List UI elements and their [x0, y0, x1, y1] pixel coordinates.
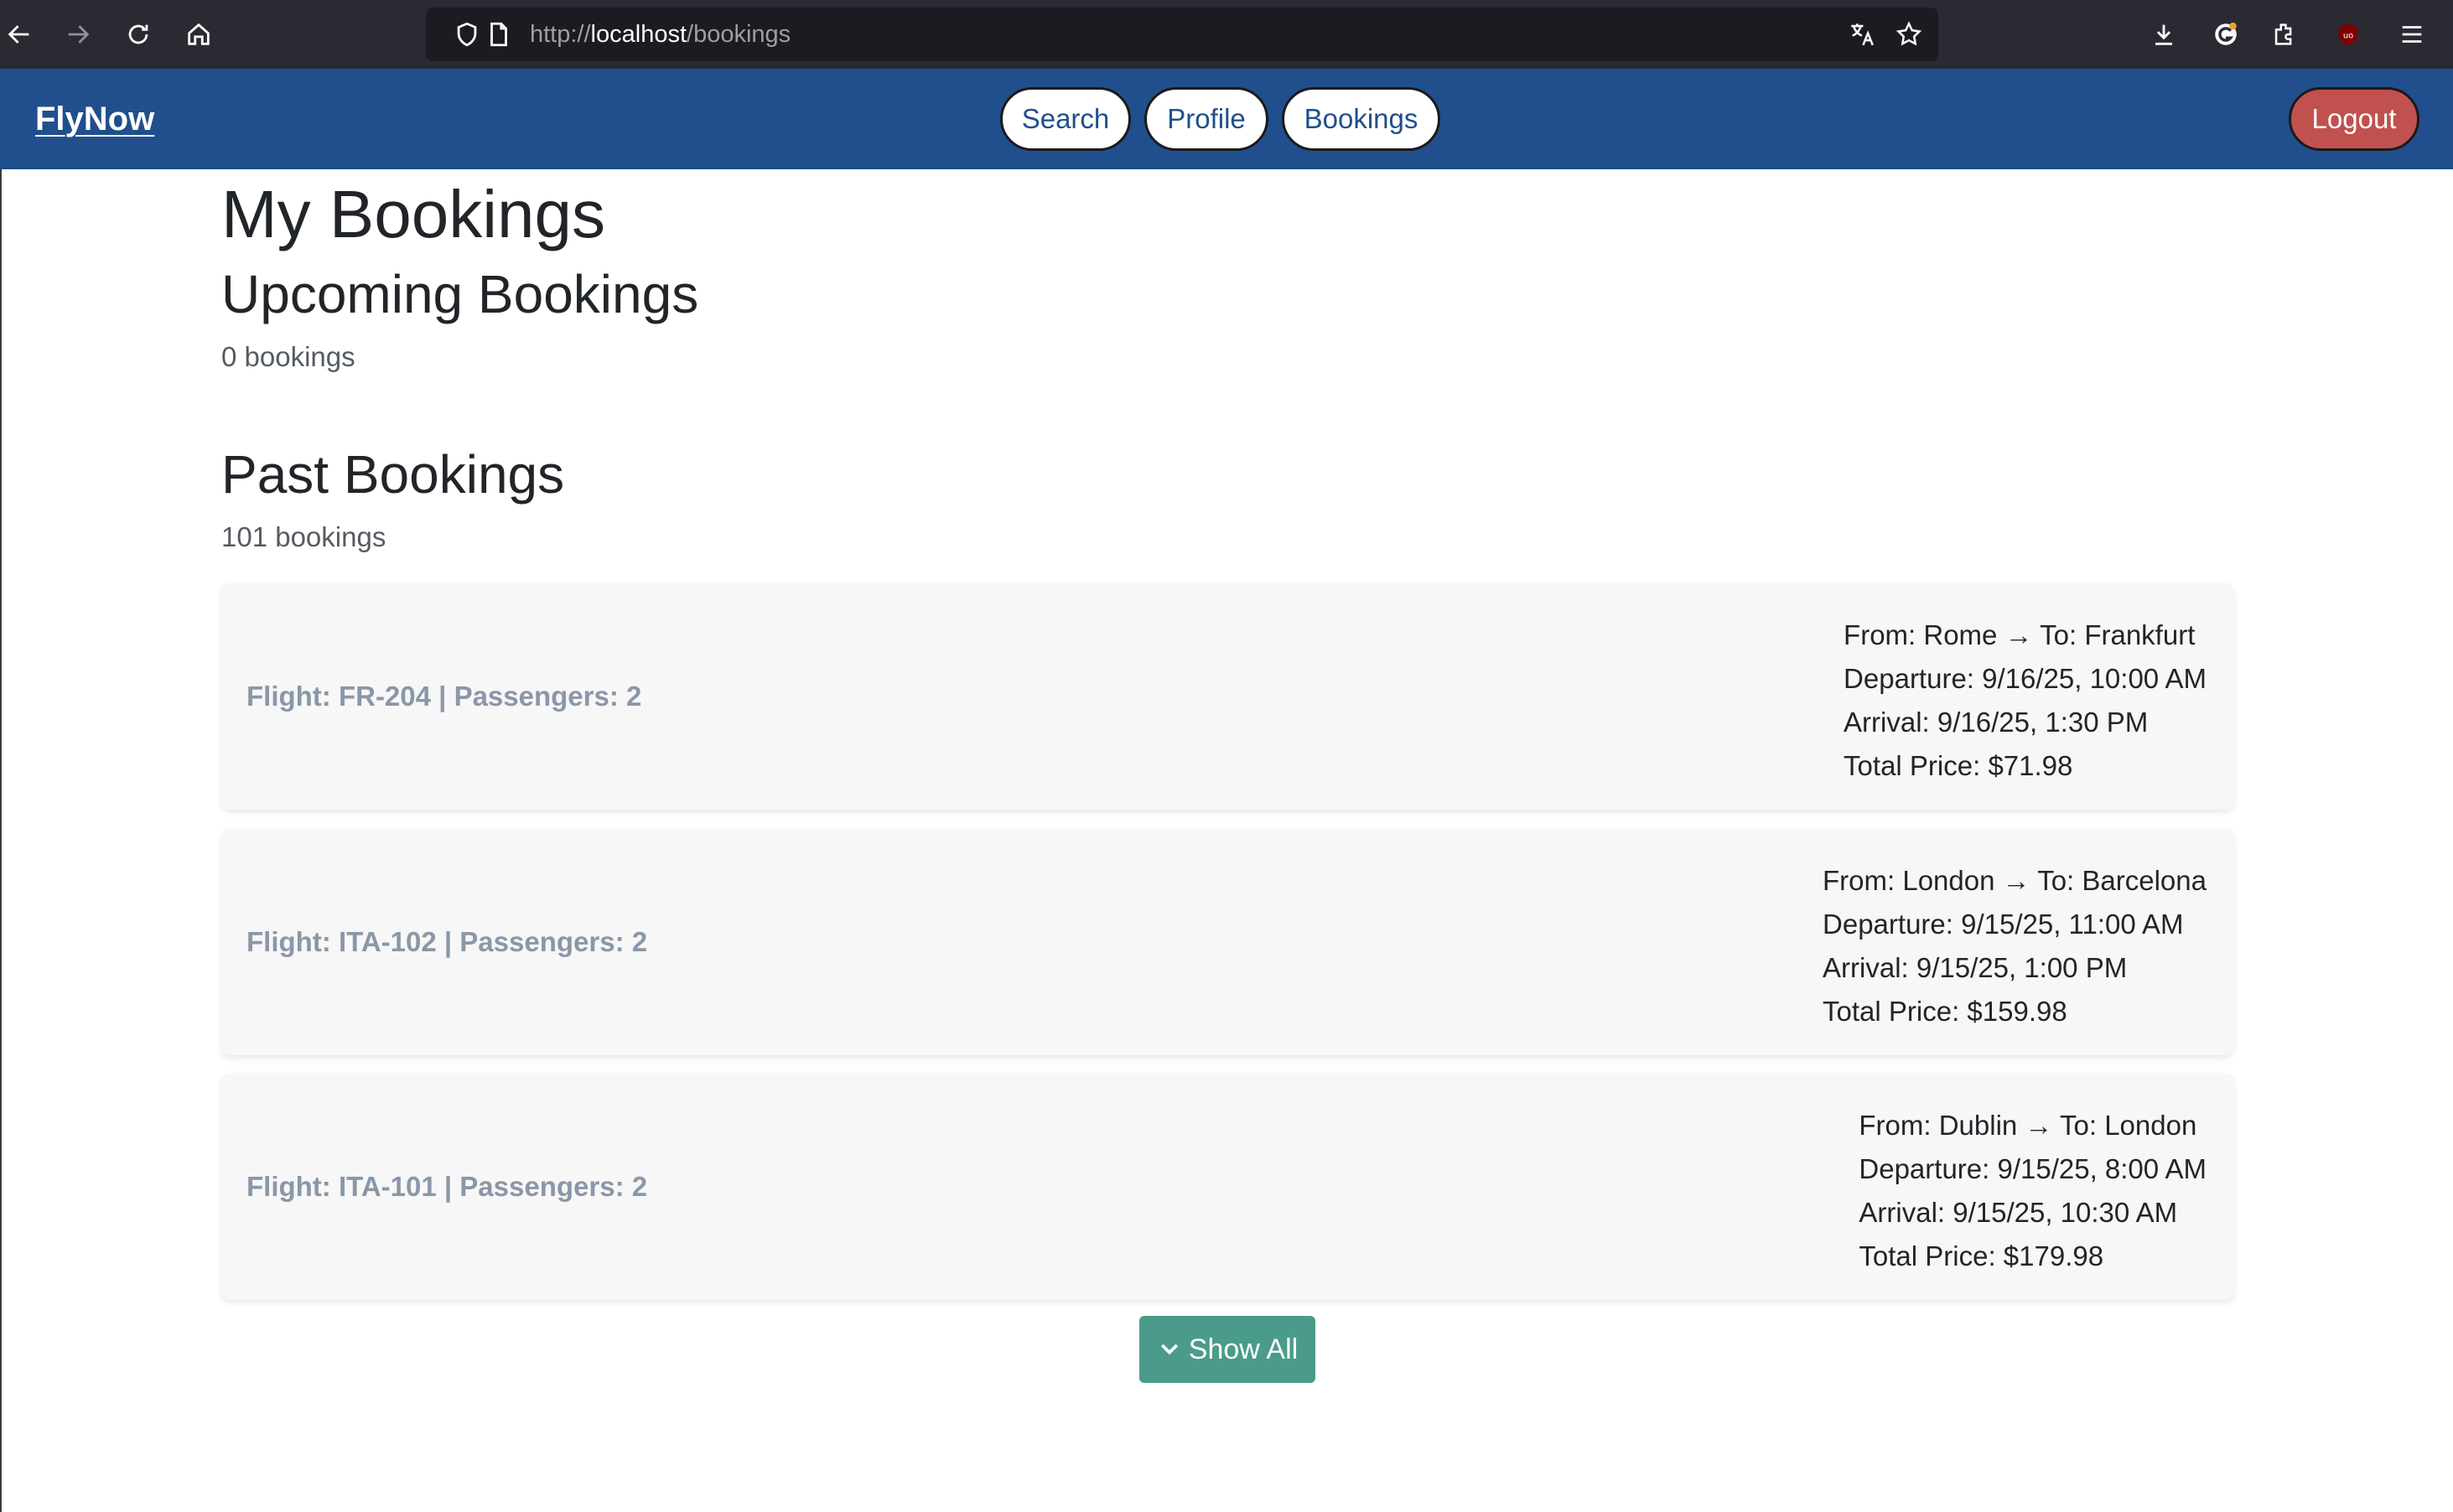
translate-icon[interactable] — [1848, 20, 1876, 49]
app-navbar: FlyNow Search Profile Bookings Logout — [0, 69, 2453, 169]
booking-flight-title: Flight: FR-204 | Passengers: 2 — [246, 681, 642, 712]
home-icon[interactable] — [179, 15, 218, 54]
booking-route: From: Rome → To: Frankfurt — [1844, 619, 2196, 650]
svg-text:uo: uo — [2343, 31, 2353, 40]
booking-card[interactable]: Flight: ITA-101 | Passengers: 2 From: Du… — [221, 1074, 2233, 1300]
booking-flight-title: Flight: ITA-102 | Passengers: 2 — [246, 926, 648, 957]
nav-search-button[interactable]: Search — [1000, 87, 1131, 151]
star-icon[interactable] — [1895, 20, 1923, 49]
booking-price: Total Price: $71.98 — [1844, 750, 2073, 781]
booking-arrival: Arrival: 9/16/25, 1:30 PM — [1844, 707, 2149, 738]
booking-flight-title: Flight: ITA-101 | Passengers: 2 — [246, 1171, 648, 1202]
forward-icon[interactable] — [59, 15, 97, 54]
menu-icon[interactable] — [2393, 15, 2431, 54]
url-text[interactable]: http://localhost/bookings — [530, 8, 791, 61]
booking-price: Total Price: $159.98 — [1823, 996, 2067, 1027]
nav-bookings-button[interactable]: Bookings — [1282, 87, 1440, 151]
download-icon[interactable] — [2144, 15, 2183, 54]
shield-icon[interactable] — [453, 20, 481, 49]
booking-route: From: London → To: Barcelona — [1823, 865, 2207, 896]
page-border — [0, 169, 2, 1512]
past-bookings-count: 101 bookings — [221, 521, 386, 552]
reload-icon[interactable] — [119, 15, 158, 54]
chevron-down-icon — [1160, 1344, 1178, 1355]
url-bar[interactable]: http://localhost/bookings — [426, 8, 1938, 61]
browser-toolbar: http://localhost/bookings uo — [0, 0, 2453, 69]
back-icon[interactable] — [0, 15, 39, 54]
brand-logo-link[interactable]: FlyNow — [35, 69, 154, 169]
nav-profile-button[interactable]: Profile — [1144, 87, 1268, 151]
booking-card[interactable]: Flight: FR-204 | Passengers: 2 From: Rom… — [221, 583, 2233, 810]
page-title: My Bookings — [221, 177, 605, 251]
booking-departure: Departure: 9/16/25, 10:00 AM — [1844, 663, 2207, 694]
show-all-label: Show All — [1188, 1333, 1299, 1365]
booking-price: Total Price: $179.98 — [1859, 1240, 2104, 1271]
extensions-icon[interactable] — [2265, 15, 2304, 54]
booking-card[interactable]: Flight: ITA-102 | Passengers: 2 From: Lo… — [221, 829, 2233, 1055]
booking-route: From: Dublin → To: London — [1859, 1110, 2197, 1141]
booking-details: From: Rome → To: Frankfurt Departure: 9/… — [1844, 614, 2207, 788]
past-bookings-heading: Past Bookings — [221, 444, 565, 505]
upcoming-bookings-heading: Upcoming Bookings — [221, 264, 699, 324]
upcoming-bookings-count: 0 bookings — [221, 341, 355, 372]
booking-details: From: London → To: Barcelona Departure: … — [1823, 859, 2207, 1033]
booking-departure: Departure: 9/15/25, 11:00 AM — [1823, 909, 2184, 940]
ublock-icon[interactable]: uo — [2329, 15, 2367, 54]
booking-arrival: Arrival: 9/15/25, 10:30 AM — [1859, 1197, 2178, 1228]
booking-departure: Departure: 9/15/25, 8:00 AM — [1859, 1153, 2207, 1184]
booking-arrival: Arrival: 9/15/25, 1:00 PM — [1823, 952, 2128, 983]
logout-button[interactable]: Logout — [2289, 87, 2419, 151]
grammar-extension-icon[interactable] — [2207, 15, 2245, 54]
show-all-button[interactable]: Show All — [1139, 1316, 1315, 1383]
booking-details: From: Dublin → To: London Departure: 9/1… — [1859, 1104, 2207, 1278]
page-icon — [490, 22, 507, 47]
